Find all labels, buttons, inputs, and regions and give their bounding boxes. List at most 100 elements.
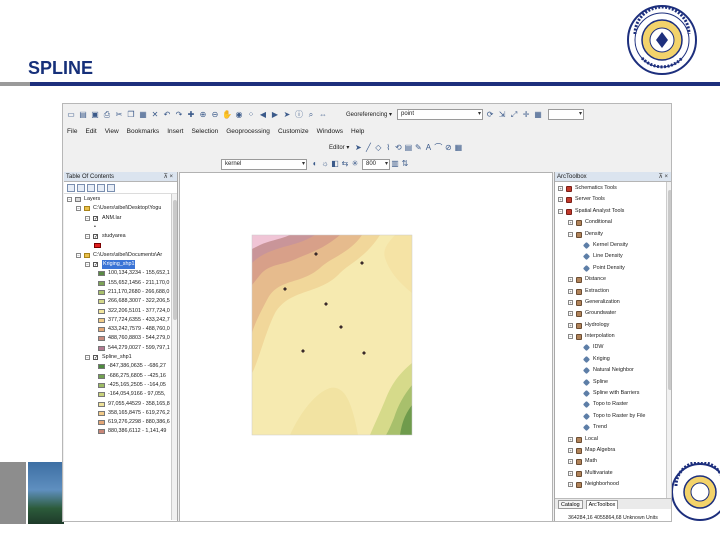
collapse-icon[interactable]: − xyxy=(76,206,81,212)
toolset-item[interactable]: + Server Tools xyxy=(555,194,671,205)
toolset-item[interactable]: + Local xyxy=(555,434,671,445)
cell-size-combo[interactable]: 800 xyxy=(362,158,390,170)
collapse-icon[interactable]: − xyxy=(85,262,90,268)
expand-icon[interactable]: + xyxy=(568,447,573,453)
zoom-out-icon[interactable]: ⊖ xyxy=(210,110,220,120)
toc-item[interactable] xyxy=(64,241,177,250)
toc-item[interactable]: − ✓ ANM.lar xyxy=(64,214,177,223)
list-by-selection-icon[interactable] xyxy=(97,183,105,192)
toolset-item[interactable]: + Schematics Tools xyxy=(555,183,671,194)
toc-item[interactable]: − ✓ Spline_shp1 xyxy=(64,353,177,362)
collapse-icon[interactable]: − xyxy=(67,197,72,202)
toc-item[interactable]: − C:\Users\sibel\Desktop\Yogu xyxy=(64,204,177,213)
collapse-icon[interactable]: − xyxy=(558,208,563,214)
tool-item[interactable]: Natural Neighbor xyxy=(555,365,671,376)
menu-view[interactable]: View xyxy=(105,128,119,135)
edit-annotation-icon[interactable]: A xyxy=(423,143,433,153)
expand-icon[interactable]: + xyxy=(568,322,573,328)
expand-icon[interactable]: + xyxy=(568,459,573,465)
copy-icon[interactable]: ❐ xyxy=(126,110,136,120)
layer-visibility-checkbox[interactable]: ✓ xyxy=(93,355,98,361)
toolset-item[interactable]: − Spatial Analyst Tools xyxy=(555,206,671,217)
tool-item[interactable]: Point Density xyxy=(555,263,671,274)
toc-pin-close[interactable]: ⊼ × xyxy=(163,172,173,182)
layer-visibility-checkbox[interactable]: ✓ xyxy=(93,215,98,221)
expand-icon[interactable]: + xyxy=(568,299,573,305)
layer-visibility-checkbox[interactable]: ✓ xyxy=(93,234,98,240)
collapse-icon[interactable]: − xyxy=(76,252,81,258)
toolset-item[interactable]: + Math xyxy=(555,456,671,467)
shift-icon[interactable]: ⇲ xyxy=(497,110,507,120)
redo-icon[interactable]: ↷ xyxy=(174,110,184,120)
tool-item[interactable]: Trend xyxy=(555,422,671,433)
tool-item[interactable]: Line Density xyxy=(555,251,671,262)
menu-geoprocessing[interactable]: Geoprocessing xyxy=(226,128,270,135)
edit-tool-icon[interactable]: ➤ xyxy=(353,143,363,153)
open-icon[interactable]: ▤ xyxy=(78,110,88,120)
transparency-icon[interactable]: ◧ xyxy=(330,159,340,169)
cut-icon[interactable]: ✂ xyxy=(114,110,124,120)
straight-segment-icon[interactable]: ╱ xyxy=(363,143,373,153)
sketch-icon[interactable]: ✎ xyxy=(413,143,423,153)
rotate-icon[interactable]: ⟳ xyxy=(485,110,495,120)
toolbox-scrollbar[interactable] xyxy=(666,182,671,498)
toc-item[interactable]: • xyxy=(64,223,177,232)
menu-file[interactable]: File xyxy=(67,128,77,135)
scale-icon[interactable]: ⤢ xyxy=(509,110,519,120)
toolbox-scroll-thumb[interactable] xyxy=(668,190,671,390)
toolset-item[interactable]: + Generalization xyxy=(555,297,671,308)
identify-icon[interactable]: ⓘ xyxy=(294,110,304,120)
undo-icon[interactable]: ↶ xyxy=(162,110,172,120)
attributes-icon[interactable]: ▤ xyxy=(403,143,413,153)
tool-item[interactable]: Spline with Barriers xyxy=(555,388,671,399)
tool-item[interactable]: Topo to Raster xyxy=(555,399,671,410)
toolset-item[interactable]: + Extraction xyxy=(555,286,671,297)
expand-icon[interactable]: + xyxy=(568,277,573,283)
swipe-icon[interactable]: ⇆ xyxy=(340,159,350,169)
reshape-icon[interactable]: ⌒ xyxy=(433,143,443,153)
collapse-icon[interactable]: − xyxy=(85,355,90,361)
toc-item[interactable]: − ✓ Kriging_shp1 xyxy=(64,260,177,270)
control-points-icon[interactable]: ✛ xyxy=(521,110,531,120)
menu-windows[interactable]: Windows xyxy=(317,128,343,135)
collapse-icon[interactable]: − xyxy=(85,234,90,240)
create-features-icon[interactable]: ▦ xyxy=(453,143,463,153)
contrast-icon[interactable]: ◐ xyxy=(310,159,320,169)
rotate-feature-icon[interactable]: ⟲ xyxy=(393,143,403,153)
toolset-item[interactable]: − Interpolation xyxy=(555,331,671,342)
menu-selection[interactable]: Selection xyxy=(191,128,218,135)
tab-arctoolbox[interactable]: ArcToolbox xyxy=(585,499,619,509)
add-data-icon[interactable]: ✚ xyxy=(186,110,196,120)
list-by-drawing-order-icon[interactable] xyxy=(67,183,75,192)
expand-icon[interactable]: + xyxy=(568,288,573,294)
toolset-item[interactable]: + Distance xyxy=(555,274,671,285)
menu-insert[interactable]: Insert xyxy=(167,128,183,135)
delete-icon[interactable]: ✕ xyxy=(150,110,160,120)
flicker-icon[interactable]: ✳ xyxy=(350,159,360,169)
expand-icon[interactable]: + xyxy=(568,436,573,442)
expand-icon[interactable]: + xyxy=(568,311,573,317)
toolset-item[interactable]: + Groundwater xyxy=(555,308,671,319)
toc-scrollbar[interactable] xyxy=(171,194,177,520)
tool-item[interactable]: Kriging xyxy=(555,354,671,365)
collapse-icon[interactable]: − xyxy=(568,231,573,237)
back-icon[interactable]: ◀ xyxy=(258,110,268,120)
collapse-icon[interactable]: − xyxy=(568,334,573,340)
fixed-zoom-icon[interactable]: ⁘ xyxy=(246,110,256,120)
table-icon[interactable]: ▦ xyxy=(533,110,543,120)
expand-icon[interactable]: + xyxy=(558,186,563,191)
map-view[interactable] xyxy=(179,172,553,521)
paste-icon[interactable]: ▦ xyxy=(138,110,148,120)
tool-item[interactable]: Topo to Raster by File xyxy=(555,411,671,422)
density-combo[interactable]: kernel xyxy=(221,158,307,170)
forward-icon[interactable]: ▶ xyxy=(270,110,280,120)
select-icon[interactable]: ➤ xyxy=(282,110,292,120)
editor-menu[interactable]: Editor ▾ xyxy=(329,144,349,151)
menu-help[interactable]: Help xyxy=(351,128,364,135)
expand-icon[interactable]: + xyxy=(558,197,563,203)
find-icon[interactable]: ⌕ xyxy=(306,110,316,120)
toolset-item[interactable]: + Conditional xyxy=(555,217,671,228)
list-by-visibility-icon[interactable] xyxy=(87,183,95,192)
brightness-icon[interactable]: ☼ xyxy=(320,159,330,169)
expand-icon[interactable]: + xyxy=(568,470,573,476)
